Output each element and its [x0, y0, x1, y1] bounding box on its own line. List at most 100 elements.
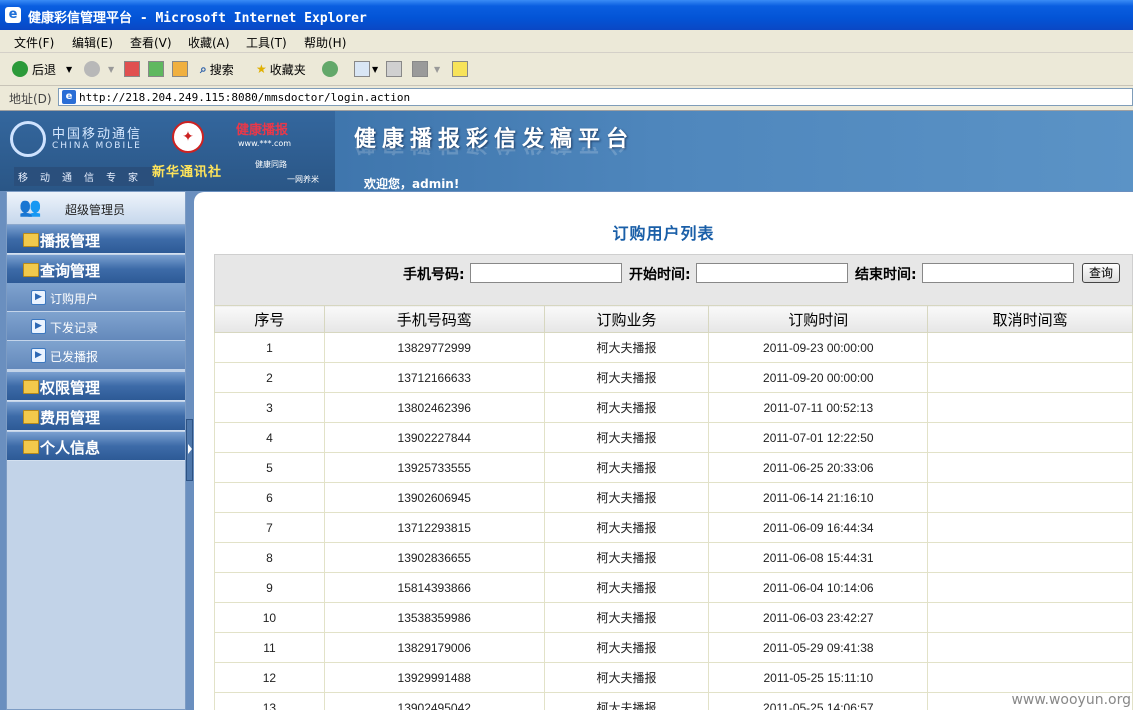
edit-dropdown-icon[interactable]: ▼ — [434, 65, 440, 74]
menu-favorites[interactable]: 收藏(A) — [188, 34, 230, 51]
cell-order-time: 2011-09-23 00:00:00 — [708, 332, 929, 363]
sidebar-item-sent-broadcasts[interactable]: ▶ 已发播报 — [7, 341, 185, 370]
sidebar-section-broadcast[interactable]: 播报管理 — [7, 225, 185, 254]
main-panel: 订购用户列表 手机号码: 开始时间: 结束时间: 查询 序号 手机号码鸾 订购业… — [194, 192, 1133, 710]
sidebar-section-permissions[interactable]: 权限管理 — [7, 372, 185, 401]
window-titlebar: e 健康彩信管理平台 - Microsoft Internet Explorer — [0, 0, 1133, 30]
cell-phone: 13802462396 — [323, 392, 545, 423]
table-row: 12 13929991488 柯大夫播报 2011-05-25 15:11:10 — [214, 662, 1133, 693]
sidebar-section-label: 费用管理 — [40, 409, 101, 427]
mail-icon — [354, 61, 370, 77]
edit-icon — [412, 61, 428, 77]
messenger-button[interactable] — [452, 60, 468, 78]
query-button[interactable]: 查询 — [1082, 263, 1120, 283]
print-button[interactable] — [386, 60, 402, 78]
cell-order-time: 2011-07-01 12:22:50 — [708, 422, 929, 453]
sidebar-section-query[interactable]: 查询管理 — [7, 255, 185, 284]
table-row: 5 13925733555 柯大夫播报 2011-06-25 20:33:06 — [214, 452, 1133, 483]
cell-phone: 13712166633 — [323, 362, 545, 393]
table-row: 11 13829179006 柯大夫播报 2011-05-29 09:41:38 — [214, 632, 1133, 663]
china-mobile-slogan: 移动通信专家 — [14, 167, 154, 186]
menu-file[interactable]: 文件(F) — [14, 34, 54, 51]
menu-view[interactable]: 查看(V) — [130, 34, 172, 51]
mail-button[interactable]: ▼ — [354, 60, 378, 78]
table-header-row: 序号 手机号码鸾 订购业务 订购时间 取消时间鸾 — [214, 305, 1133, 333]
cell-order-time: 2011-05-25 15:11:10 — [708, 662, 929, 693]
back-button[interactable]: 后退 ▼ — [12, 60, 72, 78]
logo-area: 中国移动通信 CHINA MOBILE 移动通信专家 ✦ 新华通讯社 健康播报 … — [0, 111, 335, 191]
xinhua-emblem-icon: ✦ — [172, 121, 204, 153]
start-time-input[interactable] — [696, 263, 848, 283]
sidebar-toggle[interactable] — [186, 419, 193, 481]
cell-cancel-time — [927, 332, 1133, 363]
cell-order-time: 2011-05-29 09:41:38 — [708, 632, 929, 663]
magnifier-icon: ⌕ — [200, 61, 207, 76]
mail-dropdown-icon[interactable]: ▼ — [372, 65, 378, 74]
edit-button[interactable]: ▼ — [412, 60, 440, 78]
cell-order-time: 2011-06-08 15:44:31 — [708, 542, 929, 573]
cell-index: 3 — [214, 392, 325, 423]
browser-toolbar: 后退 ▼ ▼ ⌕ 搜索 ★ 收藏夹 ▼ ▼ — [0, 53, 1133, 86]
menu-help[interactable]: 帮助(H) — [304, 34, 346, 51]
favorites-button[interactable]: ★ 收藏夹 — [256, 60, 306, 78]
platform-title-reflection: 健康播报彩信发稿平台 — [354, 147, 634, 161]
sidebar-section-profile[interactable]: 个人信息 — [7, 432, 185, 461]
table-row: 4 13902227844 柯大夫播报 2011-07-01 12:22:50 — [214, 422, 1133, 453]
cell-service: 柯大夫播报 — [543, 692, 710, 710]
forward-dropdown-icon[interactable]: ▼ — [108, 65, 114, 74]
cell-phone: 13902836655 — [323, 542, 545, 573]
cell-order-time: 2011-06-04 10:14:06 — [708, 572, 929, 603]
collapse-arrow-icon — [188, 444, 192, 454]
sidebar-item-label: 下发记录 — [50, 321, 99, 335]
address-bar: 地址(D) e http://218.204.249.115:8080/mmsd… — [0, 86, 1133, 111]
folder-icon — [23, 263, 39, 277]
search-button[interactable]: ⌕ 搜索 — [200, 60, 234, 78]
cell-index: 13 — [214, 692, 325, 710]
phone-input[interactable] — [470, 263, 622, 283]
stop-button[interactable] — [124, 60, 140, 78]
table-row: 7 13712293815 柯大夫播报 2011-06-09 16:44:34 — [214, 512, 1133, 543]
health-report-url: www.***.com — [238, 139, 292, 148]
cell-service: 柯大夫播报 — [543, 422, 710, 453]
cell-service: 柯大夫播报 — [543, 452, 710, 483]
address-url[interactable]: http://218.204.249.115:8080/mmsdoctor/lo… — [79, 91, 410, 104]
cell-index: 2 — [214, 362, 325, 393]
user-role: 超级管理员 — [65, 203, 126, 217]
cell-cancel-time — [927, 452, 1133, 483]
forward-arrow-icon — [84, 61, 100, 77]
health-report-tagline: 健康同路 — [255, 160, 287, 169]
sidebar-item-send-records[interactable]: ▶ 下发记录 — [7, 312, 185, 341]
cell-index: 9 — [214, 572, 325, 603]
back-dropdown-icon[interactable]: ▼ — [66, 65, 72, 74]
sidebar-section-fees[interactable]: 费用管理 — [7, 402, 185, 431]
page-content: 中国移动通信 CHINA MOBILE 移动通信专家 ✦ 新华通讯社 健康播报 … — [0, 111, 1133, 710]
sidebar-section-label: 查询管理 — [40, 262, 101, 280]
star-icon: ★ — [256, 62, 267, 76]
forward-button[interactable]: ▼ — [84, 60, 114, 78]
end-time-input[interactable] — [922, 263, 1074, 283]
cell-phone: 13929991488 — [323, 662, 545, 693]
cell-index: 11 — [214, 632, 325, 663]
printer-icon — [386, 61, 402, 77]
sidebar: 👥 超级管理员 播报管理 查询管理 ▶ 订购用户 ▶ 下发记录 ▶ 已发播报 权… — [6, 191, 186, 710]
menu-tools[interactable]: 工具(T) — [246, 34, 287, 51]
history-button[interactable] — [322, 60, 342, 78]
ie-logo-icon: e — [5, 7, 21, 23]
sidebar-item-subscribers[interactable]: ▶ 订购用户 — [7, 283, 185, 312]
address-input[interactable]: e http://218.204.249.115:8080/mmsdoctor/… — [58, 88, 1133, 106]
watermark: www.wooyun.org — [1011, 692, 1131, 708]
home-button[interactable] — [172, 60, 188, 78]
header-order-time: 订购时间 — [708, 305, 929, 333]
sidebar-item-label: 已发播报 — [50, 350, 99, 364]
cell-service: 柯大夫播报 — [543, 662, 710, 693]
header-cancel-time[interactable]: 取消时间鸾 — [927, 305, 1133, 333]
cell-index: 4 — [214, 422, 325, 453]
header-phone[interactable]: 手机号码鸾 — [323, 305, 545, 333]
table-row: 9 15814393866 柯大夫播报 2011-06-04 10:14:06 — [214, 572, 1133, 603]
users-icon: 👥 — [19, 197, 42, 218]
refresh-button[interactable] — [148, 60, 164, 78]
back-label: 后退 — [32, 62, 57, 77]
cell-index: 12 — [214, 662, 325, 693]
sidebar-section-label: 权限管理 — [40, 379, 101, 397]
menu-edit[interactable]: 编辑(E) — [72, 34, 113, 51]
